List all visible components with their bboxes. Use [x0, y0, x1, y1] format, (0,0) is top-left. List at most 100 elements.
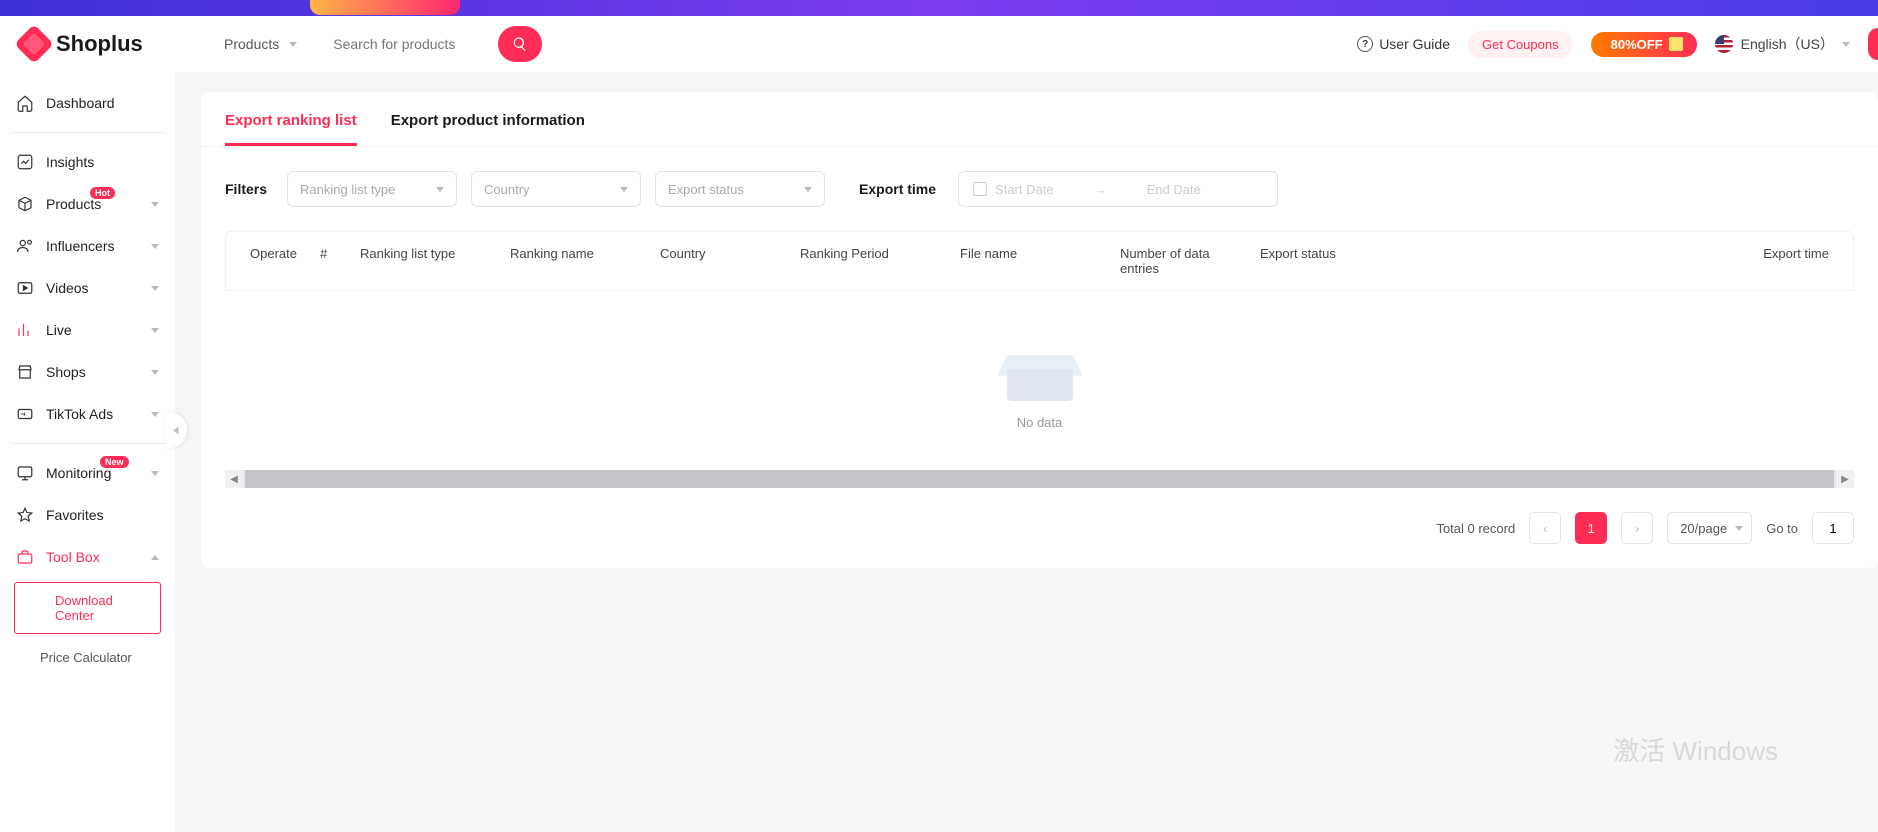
chevron-down-icon	[620, 187, 628, 192]
chevron-down-icon	[151, 202, 159, 207]
flag-icon	[1715, 35, 1733, 53]
influencers-icon	[16, 237, 34, 255]
calendar-icon	[973, 182, 987, 196]
sidebar-item-live[interactable]: Live	[0, 309, 175, 351]
end-date-placeholder: End Date	[1147, 182, 1201, 197]
filter-export-status[interactable]: Export status	[655, 171, 825, 207]
language-label: English（US）	[1741, 34, 1834, 54]
sidebar-label: Videos	[46, 280, 89, 296]
search-button[interactable]	[498, 26, 542, 62]
chevron-up-icon	[151, 555, 159, 560]
chevron-down-icon	[151, 244, 159, 249]
sidebar-item-insights[interactable]: Insights	[0, 141, 175, 183]
chevron-down-icon	[289, 42, 297, 47]
th-num: #	[312, 246, 352, 276]
per-page-select[interactable]: 20/page	[1667, 512, 1752, 544]
panel: Export ranking list Export product infor…	[201, 92, 1878, 568]
chevron-down-icon	[151, 412, 159, 417]
insights-icon	[16, 153, 34, 171]
chevron-down-icon	[1735, 526, 1743, 531]
prev-page-button[interactable]: ‹	[1529, 512, 1561, 544]
scroll-right-icon[interactable]: ▶	[1836, 470, 1854, 488]
horizontal-scrollbar[interactable]: ◀ ▶	[225, 470, 1854, 488]
search-icon	[512, 36, 528, 52]
chevron-down-icon	[436, 187, 444, 192]
th-type: Ranking list type	[352, 246, 502, 276]
sidebar-item-download-center[interactable]: Download Center	[14, 582, 161, 634]
page-1-button[interactable]: 1	[1575, 512, 1607, 544]
filter-ranking-type[interactable]: Ranking list type	[287, 171, 457, 207]
chevron-down-icon	[151, 328, 159, 333]
search-category-select[interactable]: Products	[210, 28, 323, 60]
sidebar-item-products[interactable]: Products Hot	[0, 183, 175, 225]
gift-icon	[1669, 37, 1683, 51]
tab-export-ranking[interactable]: Export ranking list	[225, 112, 357, 146]
chevron-left-icon	[174, 426, 179, 434]
header: Shoplus Products ? User Guide Get Coupon…	[0, 16, 1878, 72]
table-header: Operate # Ranking list type Ranking name…	[225, 231, 1854, 291]
sidebar-item-influencers[interactable]: Influencers	[0, 225, 175, 267]
monitoring-icon	[16, 464, 34, 482]
sidebar-item-monitoring[interactable]: Monitoring New	[0, 452, 175, 494]
avatar[interactable]	[1868, 28, 1878, 60]
sidebar-label: Shops	[46, 364, 86, 380]
logo-icon	[14, 24, 54, 64]
chevron-down-icon	[151, 370, 159, 375]
th-operate: Operate	[242, 246, 312, 276]
divider	[10, 443, 165, 444]
main-content: Export ranking list Export product infor…	[175, 72, 1878, 832]
videos-icon	[16, 279, 34, 297]
th-period: Ranking Period	[792, 246, 952, 276]
toolbox-icon	[16, 548, 34, 566]
sidebar-label: Download Center	[55, 593, 136, 623]
sidebar-label: Price Calculator	[40, 650, 132, 665]
date-range-picker[interactable]: Start Date → End Date	[958, 171, 1278, 207]
scroll-left-icon[interactable]: ◀	[225, 470, 243, 488]
empty-text: No data	[201, 415, 1878, 430]
select-placeholder: Ranking list type	[300, 182, 395, 197]
sidebar-item-tiktok-ads[interactable]: TikTok Ads	[0, 393, 175, 435]
sidebar-item-toolbox[interactable]: Tool Box	[0, 536, 175, 578]
logo[interactable]: Shoplus	[20, 30, 185, 58]
live-icon	[16, 321, 34, 339]
sidebar-item-price-calculator[interactable]: Price Calculator	[0, 638, 175, 677]
language-select[interactable]: English（US）	[1715, 34, 1850, 54]
sidebar-label: Live	[46, 322, 72, 338]
tab-export-product-info[interactable]: Export product information	[391, 112, 585, 146]
chevron-down-icon	[151, 286, 159, 291]
search-input[interactable]	[323, 26, 498, 62]
home-icon	[16, 94, 34, 112]
info-icon: ?	[1357, 36, 1373, 52]
search-category-label: Products	[224, 36, 279, 52]
th-export-time: Export time	[1727, 246, 1837, 276]
next-page-button[interactable]: ›	[1621, 512, 1653, 544]
sidebar-item-dashboard[interactable]: Dashboard	[0, 82, 175, 124]
filters-label: Filters	[225, 181, 267, 197]
select-placeholder: Country	[484, 182, 530, 197]
th-name: Ranking name	[502, 246, 652, 276]
shops-icon	[16, 363, 34, 381]
scroll-thumb[interactable]	[245, 470, 1834, 488]
promo-button[interactable]: 80%OFF	[1591, 32, 1697, 57]
sidebar-item-shops[interactable]: Shops	[0, 351, 175, 393]
empty-box-icon	[1000, 331, 1080, 401]
sidebar-label: Influencers	[46, 238, 114, 254]
user-guide-label: User Guide	[1379, 36, 1450, 52]
search-bar: Products	[210, 26, 542, 62]
header-right: ? User Guide Get Coupons 80%OFF English（…	[1357, 28, 1858, 60]
filter-country[interactable]: Country	[471, 171, 641, 207]
pagination: Total 0 record ‹ 1 › 20/page Go to	[201, 488, 1878, 568]
sidebar-item-favorites[interactable]: Favorites	[0, 494, 175, 536]
start-date-placeholder: Start Date	[995, 182, 1054, 197]
sidebar-label: Favorites	[46, 507, 104, 523]
products-icon	[16, 195, 34, 213]
ads-icon	[16, 405, 34, 423]
user-guide-link[interactable]: ? User Guide	[1357, 36, 1450, 52]
th-entries: Number of data entries	[1112, 246, 1252, 276]
get-coupons-button[interactable]: Get Coupons	[1468, 31, 1573, 58]
sidebar-item-videos[interactable]: Videos	[0, 267, 175, 309]
sidebar-label: Monitoring	[46, 465, 111, 481]
goto-page-input[interactable]	[1812, 512, 1854, 544]
per-page-label: 20/page	[1680, 521, 1727, 536]
promo-label: 80%OFF	[1611, 37, 1663, 52]
